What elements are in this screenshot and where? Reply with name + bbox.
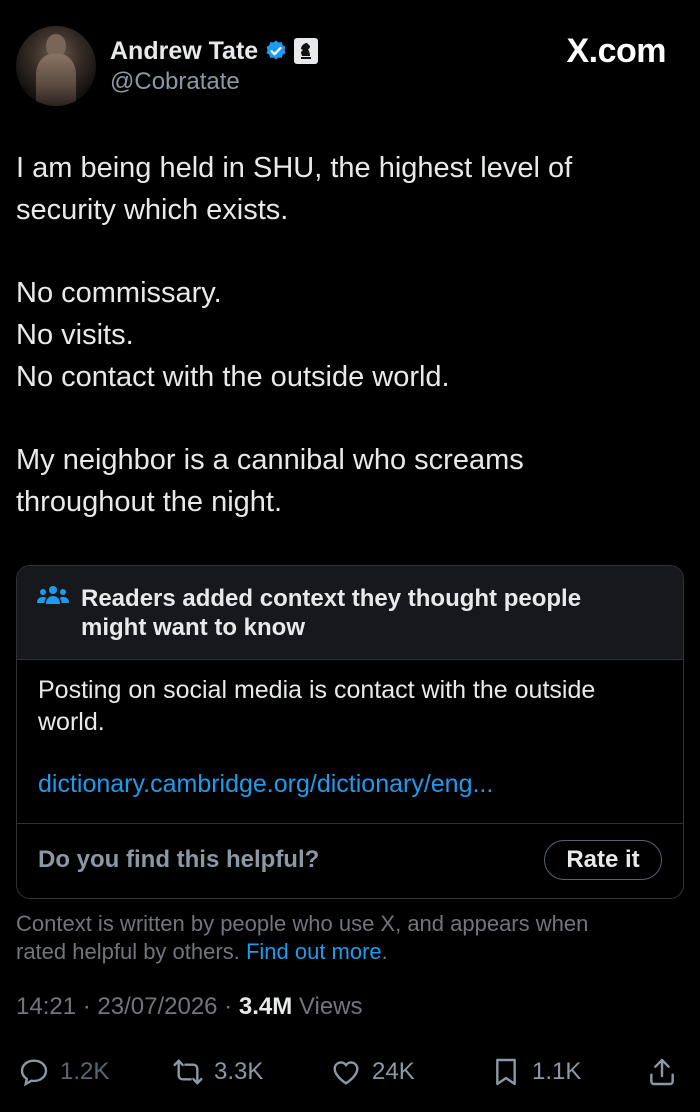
bookmark-count: 1.1K [532,1058,582,1085]
helpful-question: Do you find this helpful? [38,846,320,873]
chess-knight-badge-icon [294,38,319,64]
repost-count: 3.3K [214,1058,264,1085]
share-button[interactable] [646,1050,678,1094]
context-period: . [381,939,388,964]
tweet-line: No contact with the outside world. [16,360,450,393]
note-source-link[interactable]: dictionary.cambridge.org/dictionary/eng.… [38,770,493,799]
author-row: Andrew Tate [110,34,319,68]
context-disclaimer: Context is written by people who use X, … [16,910,676,966]
verified-icon [266,40,286,60]
community-note-header: Readers added context they thought peopl… [17,566,683,660]
author-name[interactable]: Andrew Tate [110,37,258,66]
find-out-more-link[interactable]: Find out more [246,939,382,964]
tweet-line: No visits. [16,318,134,351]
note-body-line: Posting on social media is contact with … [38,676,596,704]
author-handle[interactable]: @Cobratate [110,68,240,96]
context-text: Context is written by people who use X, … [16,911,589,936]
repost-icon [173,1059,203,1085]
tweet-line: No commissary. [16,277,222,310]
repost-button[interactable]: 3.3K [172,1050,263,1094]
reply-icon [20,1059,48,1087]
like-button[interactable]: 24K [330,1050,415,1094]
views-count: 3.4M [238,993,293,1020]
heart-icon [333,1061,359,1085]
action-bar: 1.2K 3.3K 24K 1.1K [0,1050,700,1094]
separator-dot: · [224,993,233,1020]
tweet-text: I am being held in SHU, the highest leve… [16,148,684,523]
tweet-line: security which exists. [16,193,289,226]
views-label: Views [298,993,363,1020]
tweet-line: My neighbor is a cannibal who screams [16,443,524,476]
share-icon [650,1058,674,1086]
tweet-time[interactable]: 14:21 [16,993,76,1020]
note-title-line: Readers added context they thought peopl… [81,585,582,612]
bookmark-button[interactable]: 1.1K [490,1050,581,1094]
tweet-header: Andrew Tate @Cobratate X.com [16,26,684,106]
separator-dot: · [82,993,91,1020]
community-note: Readers added context they thought peopl… [16,565,684,899]
reply-button[interactable]: 1.2K [18,1050,109,1094]
context-text: rated helpful by others. [16,939,240,964]
reply-count: 1.2K [60,1058,110,1085]
tweet-meta: 14:21 · 23/07/2026 · 3.4M Views [16,993,363,1021]
rate-it-button[interactable]: Rate it [544,840,662,880]
community-note-title: Readers added context they thought peopl… [81,584,641,642]
like-count: 24K [372,1058,415,1085]
community-note-body: Posting on social media is contact with … [38,674,658,738]
note-title-line: might want to know [81,614,305,641]
site-watermark: X.com [566,32,666,70]
people-icon [37,586,69,604]
bookmark-icon [496,1058,516,1086]
tweet-line: throughout the night. [16,485,283,518]
divider [17,823,683,824]
note-body-line: world. [38,708,105,736]
tweet-line: I am being held in SHU, the highest leve… [16,152,573,184]
avatar[interactable] [16,26,96,106]
tweet-date[interactable]: 23/07/2026 [97,993,217,1020]
